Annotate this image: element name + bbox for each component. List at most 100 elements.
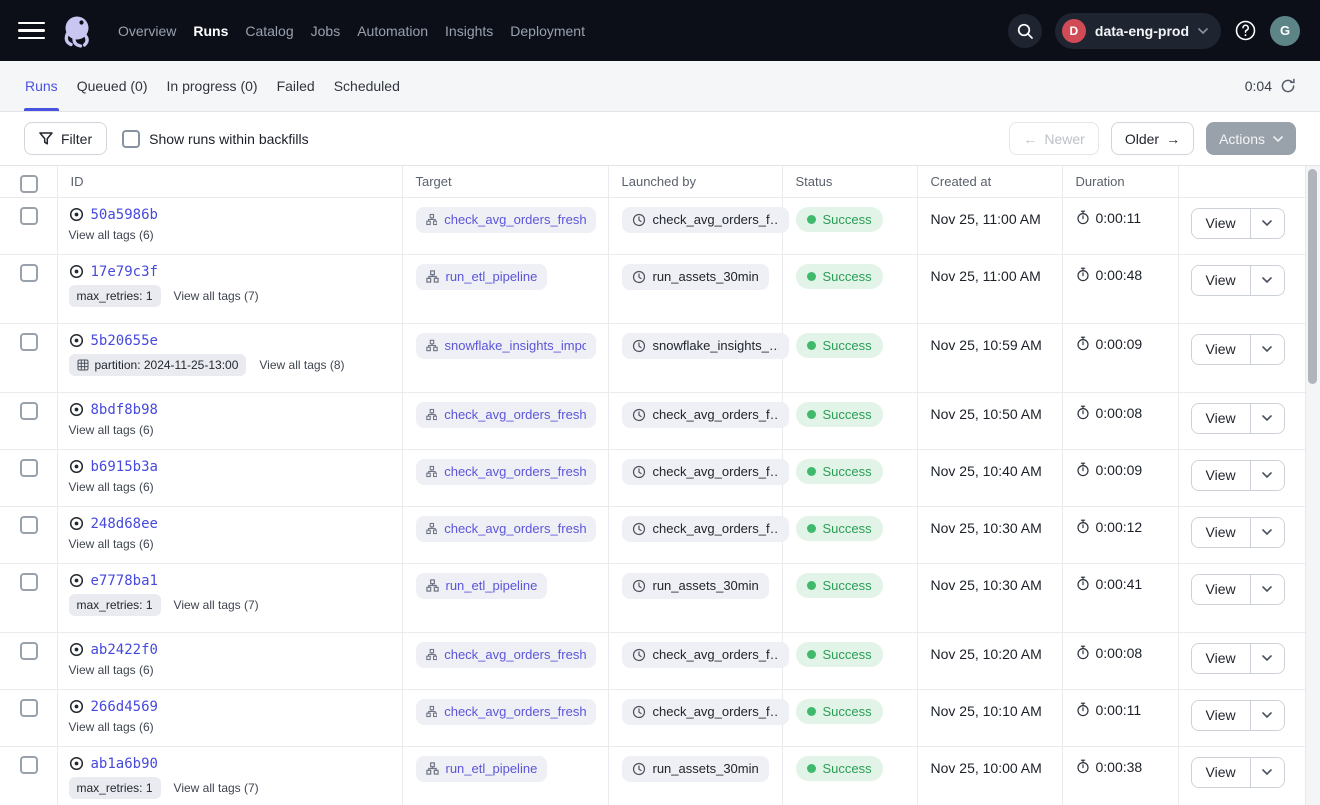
row-checkbox[interactable] (20, 573, 38, 591)
launched-by-chip[interactable]: check_avg_orders_f… (622, 459, 789, 485)
search-button[interactable] (1008, 14, 1042, 48)
nav-link-automation[interactable]: Automation (357, 23, 428, 39)
workspace-switcher[interactable]: D data-eng-prod (1055, 13, 1221, 49)
target-chip[interactable]: snowflake_insights_import (416, 333, 596, 359)
run-id-link[interactable]: b6915b3a (91, 459, 158, 475)
target-chip[interactable]: check_avg_orders_freshne (416, 642, 596, 668)
row-checkbox[interactable] (20, 402, 38, 420)
view-dropdown-button[interactable] (1251, 575, 1284, 604)
view-all-tags-link[interactable]: View all tags (6) (69, 537, 154, 551)
row-checkbox[interactable] (20, 699, 38, 717)
view-button[interactable]: View (1192, 518, 1251, 547)
row-checkbox[interactable] (20, 459, 38, 477)
newer-button[interactable]: ← Newer (1009, 122, 1098, 155)
launched-by-chip[interactable]: run_assets_30min (622, 264, 769, 290)
run-tag-pill[interactable]: max_retries: 1 (69, 594, 161, 616)
launched-by-chip[interactable]: check_avg_orders_f… (622, 699, 789, 725)
vertical-scrollbar[interactable] (1305, 166, 1320, 805)
run-id-link[interactable]: ab1a6b90 (91, 756, 158, 772)
dagster-logo-icon[interactable] (58, 12, 96, 50)
run-tag-pill[interactable]: partition: 2024-11-25-13:00 (69, 354, 247, 376)
launched-by-chip[interactable]: run_assets_30min (622, 573, 769, 599)
target-chip[interactable]: run_etl_pipeline (416, 573, 548, 599)
view-dropdown-button[interactable] (1251, 266, 1284, 295)
tab-scheduled[interactable]: Scheduled (333, 61, 401, 111)
view-all-tags-link[interactable]: View all tags (7) (174, 598, 259, 612)
nav-link-catalog[interactable]: Catalog (245, 23, 293, 39)
launched-by-chip[interactable]: check_avg_orders_f… (622, 402, 789, 428)
view-button[interactable]: View (1192, 335, 1251, 364)
nav-link-jobs[interactable]: Jobs (311, 23, 341, 39)
scrollbar-thumb[interactable] (1308, 169, 1317, 384)
view-dropdown-button[interactable] (1251, 758, 1284, 787)
launched-by-chip[interactable]: check_avg_orders_f… (622, 516, 789, 542)
view-all-tags-link[interactable]: View all tags (7) (174, 781, 259, 795)
row-checkbox[interactable] (20, 333, 38, 351)
launched-by-chip[interactable]: check_avg_orders_f… (622, 207, 789, 233)
nav-link-runs[interactable]: Runs (193, 23, 228, 39)
view-all-tags-link[interactable]: View all tags (6) (69, 720, 154, 734)
tab-failed[interactable]: Failed (276, 61, 316, 111)
nav-link-insights[interactable]: Insights (445, 23, 493, 39)
hamburger-menu-icon[interactable] (18, 22, 45, 40)
run-id-link[interactable]: 17e79c3f (91, 264, 158, 280)
view-dropdown-button[interactable] (1251, 518, 1284, 547)
view-button[interactable]: View (1192, 209, 1251, 238)
run-id-link[interactable]: 5b20655e (91, 333, 158, 349)
run-id-link[interactable]: e7778ba1 (91, 573, 158, 589)
refresh-button[interactable] (1280, 78, 1296, 94)
nav-link-deployment[interactable]: Deployment (510, 23, 585, 39)
tab-queued-0[interactable]: Queued (0) (76, 61, 149, 111)
nav-link-overview[interactable]: Overview (118, 23, 176, 39)
row-checkbox[interactable] (20, 516, 38, 534)
view-dropdown-button[interactable] (1251, 701, 1284, 730)
view-button[interactable]: View (1192, 404, 1251, 433)
target-chip[interactable]: check_avg_orders_freshne (416, 402, 596, 428)
row-checkbox[interactable] (20, 756, 38, 774)
target-chip[interactable]: check_avg_orders_freshne (416, 699, 596, 725)
row-checkbox[interactable] (20, 642, 38, 660)
view-all-tags-link[interactable]: View all tags (7) (174, 289, 259, 303)
filter-button[interactable]: Filter (24, 122, 107, 155)
show-backfills-checkbox[interactable] (122, 130, 140, 148)
view-dropdown-button[interactable] (1251, 404, 1284, 433)
run-id-link[interactable]: 248d68ee (91, 516, 158, 532)
target-chip[interactable]: run_etl_pipeline (416, 756, 548, 782)
actions-button[interactable]: Actions (1206, 122, 1296, 155)
target-chip[interactable]: run_etl_pipeline (416, 264, 548, 290)
view-dropdown-button[interactable] (1251, 209, 1284, 238)
view-button[interactable]: View (1192, 644, 1251, 673)
run-tag-pill[interactable]: max_retries: 1 (69, 285, 161, 307)
run-id-link[interactable]: ab2422f0 (91, 642, 158, 658)
launched-by-chip[interactable]: run_assets_30min (622, 756, 769, 782)
view-button[interactable]: View (1192, 575, 1251, 604)
run-id-link[interactable]: 8bdf8b98 (91, 402, 158, 418)
run-tag-pill[interactable]: max_retries: 1 (69, 777, 161, 799)
target-chip[interactable]: check_avg_orders_freshne (416, 516, 596, 542)
select-all-checkbox[interactable] (20, 175, 38, 193)
target-chip[interactable]: check_avg_orders_freshne (416, 207, 596, 233)
view-all-tags-link[interactable]: View all tags (6) (69, 228, 154, 242)
view-all-tags-link[interactable]: View all tags (6) (69, 663, 154, 677)
user-avatar[interactable]: G (1270, 16, 1300, 46)
view-dropdown-button[interactable] (1251, 335, 1284, 364)
row-checkbox[interactable] (20, 207, 38, 225)
target-chip[interactable]: check_avg_orders_freshne (416, 459, 596, 485)
view-all-tags-link[interactable]: View all tags (6) (69, 423, 154, 437)
view-button[interactable]: View (1192, 266, 1251, 295)
tab-in-progress-0[interactable]: In progress (0) (166, 61, 259, 111)
view-dropdown-button[interactable] (1251, 644, 1284, 673)
view-all-tags-link[interactable]: View all tags (6) (69, 480, 154, 494)
launched-by-chip[interactable]: snowflake_insights_… (622, 333, 789, 359)
view-all-tags-link[interactable]: View all tags (8) (259, 358, 344, 372)
row-checkbox[interactable] (20, 264, 38, 282)
view-button[interactable]: View (1192, 758, 1251, 787)
tab-runs[interactable]: Runs (24, 61, 59, 111)
view-button[interactable]: View (1192, 461, 1251, 490)
older-button[interactable]: Older → (1111, 122, 1194, 155)
view-dropdown-button[interactable] (1251, 461, 1284, 490)
run-id-link[interactable]: 266d4569 (91, 699, 158, 715)
run-id-link[interactable]: 50a5986b (91, 207, 158, 223)
launched-by-chip[interactable]: check_avg_orders_f… (622, 642, 789, 668)
help-button[interactable] (1234, 19, 1257, 42)
